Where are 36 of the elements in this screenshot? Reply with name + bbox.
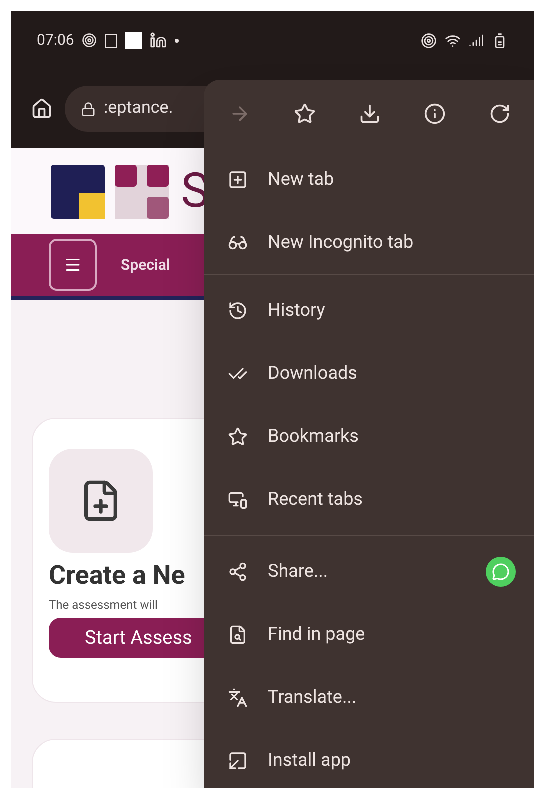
clock: 07:06 [37, 30, 74, 52]
menu-item[interactable]: History [204, 279, 534, 342]
linkedin-icon [150, 32, 168, 49]
menu-item[interactable]: Install app [204, 729, 534, 788]
menu-item[interactable]: Translate... [204, 666, 534, 729]
plus-square-icon [228, 170, 248, 190]
chat-app-icon[interactable] [486, 556, 516, 586]
notification-icon [105, 34, 118, 48]
devices-icon [228, 490, 248, 510]
wifi-icon [445, 32, 461, 48]
install-icon [228, 750, 248, 770]
notification-icon [82, 33, 98, 48]
menu-icon [64, 256, 82, 274]
reload-icon[interactable] [488, 103, 511, 125]
signal-icon [469, 33, 484, 48]
lock-icon [81, 102, 96, 116]
home-icon[interactable] [31, 98, 53, 120]
menu-item[interactable]: Bookmarks [204, 405, 534, 468]
find-page-icon [228, 624, 248, 644]
menu-button[interactable] [49, 239, 97, 291]
nav-link[interactable]: Special [121, 254, 170, 276]
menu-item[interactable]: Share... [204, 540, 534, 603]
star-icon [228, 426, 248, 446]
info-icon[interactable] [424, 103, 446, 125]
download-icon[interactable] [358, 103, 381, 125]
translate-icon [228, 688, 248, 708]
card-title: Create a Ne [49, 560, 186, 593]
menu-item[interactable]: New tab [204, 148, 534, 211]
card-description: The assessment will [49, 597, 158, 614]
menu-item[interactable]: Downloads [204, 342, 534, 405]
menu-item[interactable]: New Incognito tab [204, 211, 534, 274]
star-icon[interactable] [294, 103, 316, 125]
share-icon [228, 562, 248, 582]
menu-item[interactable]: Recent tabs [204, 468, 534, 531]
notification-icon [125, 32, 142, 49]
history-icon [228, 300, 248, 320]
